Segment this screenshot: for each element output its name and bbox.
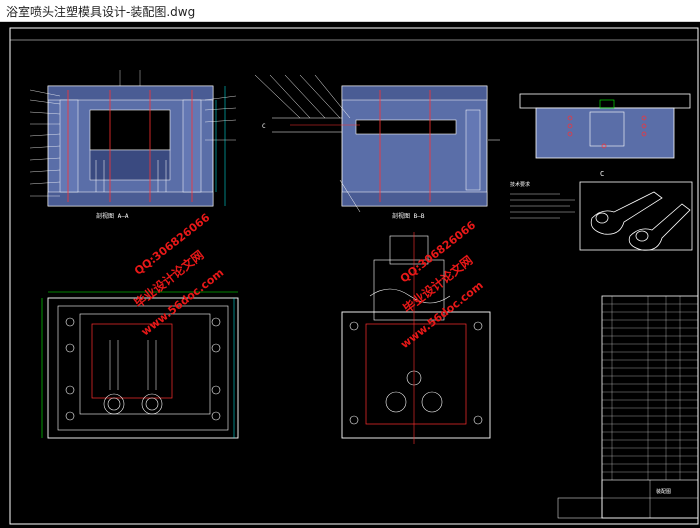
tech-title: 技术要求 xyxy=(510,181,530,188)
section-b-view: C 剖视图 B—B xyxy=(254,74,500,220)
part-sketch xyxy=(579,181,693,251)
watermark-brand-1: 毕业设计论文网 xyxy=(131,247,206,311)
watermark-brand-2: 毕业设计论文网 xyxy=(400,252,475,316)
section-a-label: 剖视图 A—A xyxy=(96,212,129,220)
watermark-right: QQ:306826066 毕业设计论文网 www.56doc.com xyxy=(398,218,486,351)
side-view-c: C xyxy=(519,93,691,178)
tech-requirements: 技术要求 xyxy=(510,181,575,219)
bill-of-materials: 装配图 xyxy=(557,295,699,519)
section-a-view: 剖视图 A—A xyxy=(29,70,237,220)
view-c-label: C xyxy=(600,170,604,178)
drawing-svg: 剖视图 A—A C 剖视图 B—B C 技术要求 装配图 QQ:30682606… xyxy=(9,27,699,525)
plan-view-moving-half xyxy=(41,291,239,439)
cad-canvas[interactable]: 剖视图 A—A C 剖视图 B—B C 技术要求 装配图 QQ:30682606… xyxy=(0,22,700,528)
section-b-label: 剖视图 B—B xyxy=(392,212,425,220)
section-b-arrow-label: C xyxy=(262,123,266,130)
watermark-left: QQ:306826066 毕业设计论文网 www.56doc.com xyxy=(131,211,226,339)
title-block-name: 装配图 xyxy=(656,488,671,495)
window-titlebar: 浴室喷头注塑模具设计-装配图.dwg xyxy=(0,0,700,22)
window-title: 浴室喷头注塑模具设计-装配图.dwg xyxy=(6,5,196,19)
